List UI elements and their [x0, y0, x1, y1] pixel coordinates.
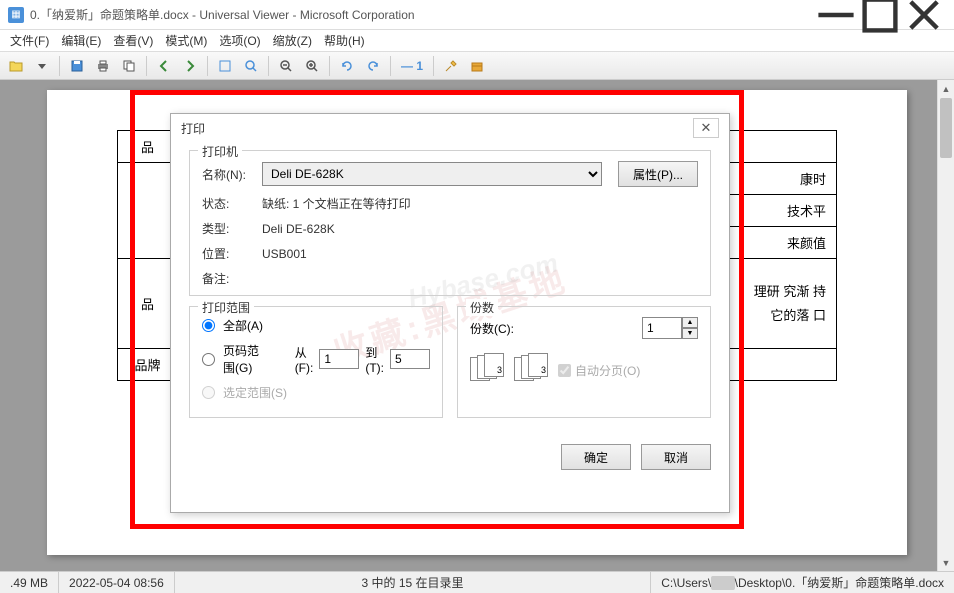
dialog-close-button[interactable]: ✕: [693, 118, 719, 138]
label-status: 状态:: [202, 195, 262, 212]
cancel-button[interactable]: 取消: [641, 444, 711, 470]
menu-options[interactable]: 选项(O): [213, 30, 266, 51]
copies-group: 份数 份数(C): ▲ ▼: [457, 306, 711, 418]
close-button[interactable]: [902, 0, 946, 30]
menu-help[interactable]: 帮助(H): [318, 30, 371, 51]
print-icon[interactable]: [91, 55, 115, 77]
menu-view[interactable]: 查看(V): [107, 30, 159, 51]
status-value: 缺纸: 1 个文档正在等待打印: [262, 195, 698, 212]
search-icon[interactable]: [239, 55, 263, 77]
collate-checkbox: [558, 364, 571, 377]
status-pageinfo: 3 中的 15 在目录里: [175, 572, 651, 593]
vertical-scrollbar[interactable]: ▲ ▼: [937, 80, 954, 571]
properties-button[interactable]: 属性(P)...: [618, 161, 698, 187]
back-icon[interactable]: [152, 55, 176, 77]
menubar: 文件(F) 编辑(E) 查看(V) 模式(M) 选项(O) 缩放(Z) 帮助(H…: [0, 30, 954, 52]
range-group-title: 打印范围: [198, 299, 254, 316]
dialog-titlebar: 打印 ✕: [171, 114, 729, 142]
rotate-left-icon[interactable]: [335, 55, 359, 77]
open-icon[interactable]: [4, 55, 28, 77]
print-dialog: 收藏:黑域基地 Hybase.com 打印 ✕ 打印机 名称(N): Deli …: [170, 113, 730, 513]
scroll-thumb[interactable]: [940, 98, 952, 158]
from-input[interactable]: [319, 349, 359, 369]
collate-label: 自动分页(O): [575, 362, 640, 379]
copy-icon[interactable]: [117, 55, 141, 77]
toolbar: — 1: [0, 52, 954, 80]
spin-down-button[interactable]: ▼: [682, 328, 698, 339]
dialog-title: 打印: [181, 120, 693, 137]
to-input[interactable]: [390, 349, 430, 369]
content-area: 品 康时 技术平 来颜值 品理研 究渐 持它的落 口 品牌 收藏:黑域基地 Hy…: [0, 80, 954, 571]
status-size: .49 MB: [0, 572, 59, 593]
titlebar: ▦ 0.「纳爱斯」命题策略单.docx - Universal Viewer -…: [0, 0, 954, 30]
status-path: C:\Users\ \Desktop\0.「纳爱斯」命题策略单.docx: [651, 572, 954, 593]
printer-group: 打印机 名称(N): Deli DE-628K 属性(P)... 状态: 缺纸:…: [189, 150, 711, 296]
label-type: 类型:: [202, 220, 262, 237]
table-cell: 品牌: [118, 349, 178, 381]
menu-zoom[interactable]: 缩放(Z): [267, 30, 318, 51]
rotate-right-icon[interactable]: [361, 55, 385, 77]
label-name: 名称(N):: [202, 166, 262, 183]
save-icon[interactable]: [65, 55, 89, 77]
radio-selection: [202, 386, 215, 399]
menu-edit[interactable]: 编辑(E): [55, 30, 107, 51]
menu-file[interactable]: 文件(F): [4, 30, 55, 51]
radio-pages[interactable]: [202, 353, 215, 366]
open-dropdown-icon[interactable]: [30, 55, 54, 77]
table-cell: [118, 163, 178, 259]
label-from: 从(F):: [295, 344, 314, 375]
window-title: 0.「纳爱斯」命题策略单.docx - Universal Viewer - M…: [30, 6, 814, 23]
radio-selection-label: 选定范围(S): [223, 384, 287, 401]
label-comment: 备注:: [202, 270, 262, 287]
radio-all-label[interactable]: 全部(A): [223, 317, 263, 334]
collate-illustration: 1 2 3 1 2 3 自动分页(O): [470, 357, 698, 383]
radio-pages-label[interactable]: 页码范围(G): [223, 342, 271, 376]
status-datetime: 2022-05-04 08:56: [59, 572, 175, 593]
label-to: 到(T):: [365, 344, 384, 375]
table-cell: 品: [118, 259, 178, 349]
statusbar: .49 MB 2022-05-04 08:56 3 中的 15 在目录里 C:\…: [0, 571, 954, 593]
tools-icon[interactable]: [439, 55, 463, 77]
zoom-1-icon[interactable]: — 1: [396, 55, 428, 77]
printer-select[interactable]: Deli DE-628K: [262, 162, 602, 186]
menu-mode[interactable]: 模式(M): [159, 30, 213, 51]
table-cell: 品: [118, 131, 178, 163]
package-icon[interactable]: [465, 55, 489, 77]
copies-input[interactable]: [642, 317, 682, 339]
minimize-button[interactable]: [814, 0, 858, 30]
ok-button[interactable]: 确定: [561, 444, 631, 470]
maximize-button[interactable]: [858, 0, 902, 30]
zoom-in-icon[interactable]: [300, 55, 324, 77]
label-copies: 份数(C):: [470, 320, 514, 337]
label-location: 位置:: [202, 245, 262, 262]
fit-page-icon[interactable]: [213, 55, 237, 77]
location-value: USB001: [262, 247, 698, 261]
app-icon: ▦: [8, 7, 24, 23]
forward-icon[interactable]: [178, 55, 202, 77]
printer-group-title: 打印机: [198, 143, 242, 160]
zoom-out-icon[interactable]: [274, 55, 298, 77]
copies-group-title: 份数: [466, 299, 498, 316]
radio-all[interactable]: [202, 319, 215, 332]
spin-up-button[interactable]: ▲: [682, 317, 698, 328]
range-group: 打印范围 全部(A) 页码范围(G) 从(F): 到(T):: [189, 306, 443, 418]
scroll-up-icon[interactable]: ▲: [938, 80, 954, 97]
type-value: Deli DE-628K: [262, 222, 698, 236]
scroll-down-icon[interactable]: ▼: [938, 554, 954, 571]
